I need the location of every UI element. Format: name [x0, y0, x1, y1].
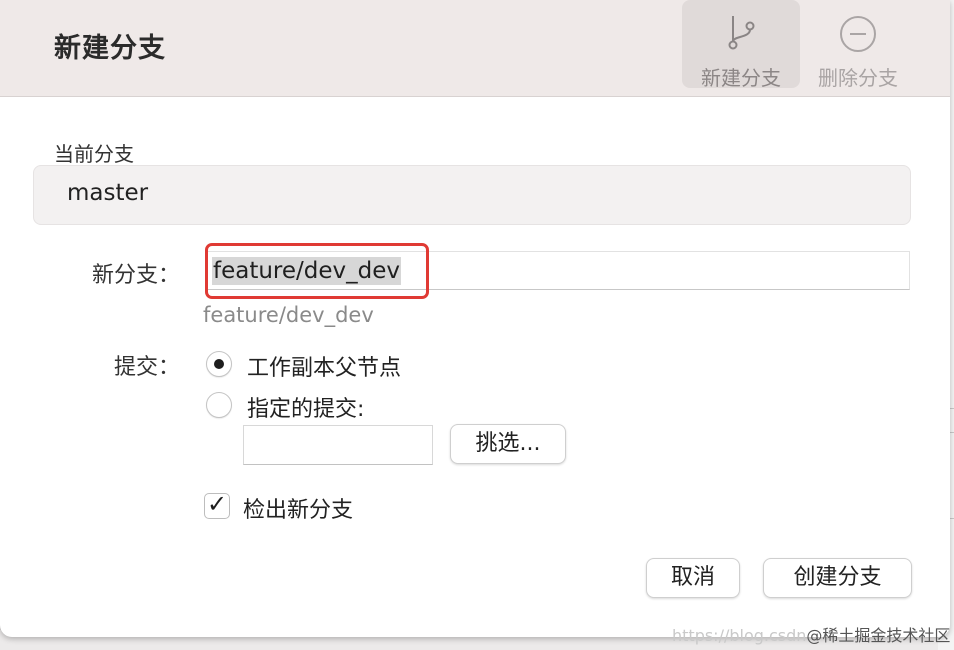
watermark-url: https://blog.csdn	[672, 626, 807, 645]
cancel-button[interactable]: 取消	[646, 558, 740, 598]
checkmark-icon: ✓	[207, 490, 228, 518]
radio-specified-commit[interactable]	[206, 392, 232, 418]
current-branch-label: 当前分支	[54, 142, 134, 166]
sheet-toolbar: 新建分支 新建分支 删除分支	[0, 0, 950, 97]
radio-selected-dot	[214, 359, 224, 369]
option-working-copy-parent-label[interactable]: 工作副本父节点	[247, 350, 401, 382]
checkout-checkbox[interactable]: ✓	[204, 490, 230, 519]
create-branch-button[interactable]: 创建分支	[763, 558, 912, 598]
sheet-title: 新建分支	[54, 33, 166, 64]
minus-circle-icon	[840, 16, 876, 52]
radio-working-copy-parent[interactable]	[206, 351, 232, 377]
watermark: https://blog.csdn@稀土掘金技术社区	[672, 622, 950, 646]
watermark-brand: @稀土掘金技术社区	[806, 626, 951, 645]
annotation-highlight	[205, 243, 429, 299]
new-branch-sheet: 新建分支 新建分支 删除分支 当前分支 master 新分支： feature/…	[0, 0, 950, 637]
specified-commit-input[interactable]	[243, 425, 433, 465]
checkout-label[interactable]: 检出新分支	[243, 492, 353, 524]
current-branch-box: master	[33, 165, 911, 225]
toolbar-delete-branch-button[interactable]: 删除分支	[799, 0, 917, 90]
new-branch-label: 新分支：	[91, 263, 180, 288]
new-branch-preview: feature/dev_dev	[203, 303, 374, 327]
commit-label: 提交：	[113, 355, 180, 380]
pick-commit-button[interactable]: 挑选...	[450, 424, 566, 464]
current-branch-value: master	[67, 180, 149, 206]
toolbar-new-branch-button[interactable]: 新建分支	[682, 0, 800, 90]
toolbar-new-branch-label: 新建分支	[701, 66, 781, 90]
option-specified-commit-label[interactable]: 指定的提交:	[247, 391, 364, 423]
branch-icon	[728, 16, 755, 50]
toolbar-delete-branch-label: 删除分支	[818, 66, 898, 90]
